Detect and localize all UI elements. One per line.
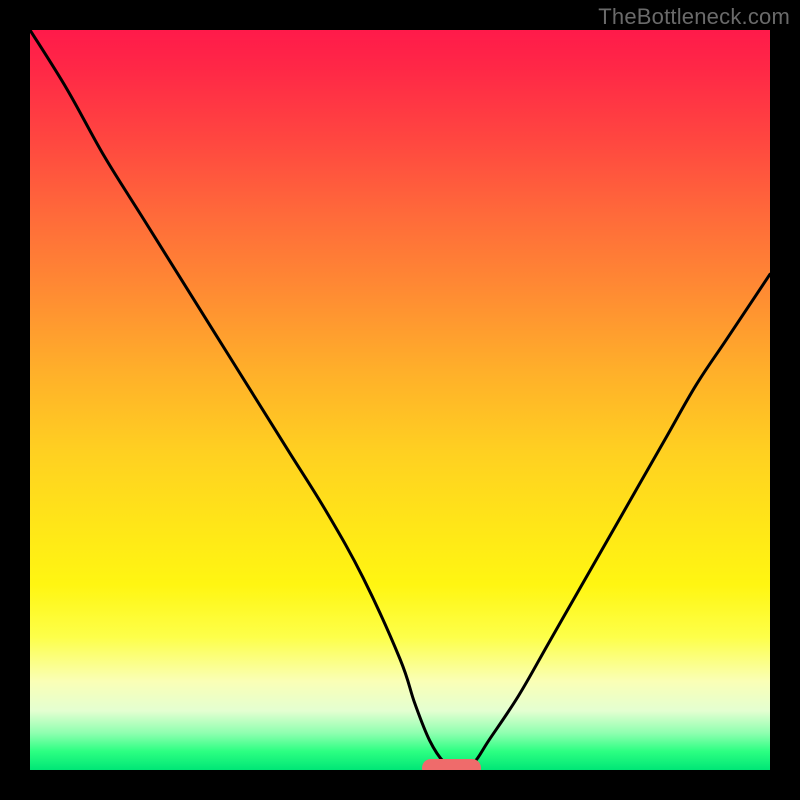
plot-area — [30, 30, 770, 770]
attribution-text: TheBottleneck.com — [598, 4, 790, 30]
chart-frame: TheBottleneck.com — [0, 0, 800, 800]
bottleneck-curve — [30, 30, 770, 770]
curve-svg — [30, 30, 770, 770]
minimum-marker — [422, 759, 481, 770]
